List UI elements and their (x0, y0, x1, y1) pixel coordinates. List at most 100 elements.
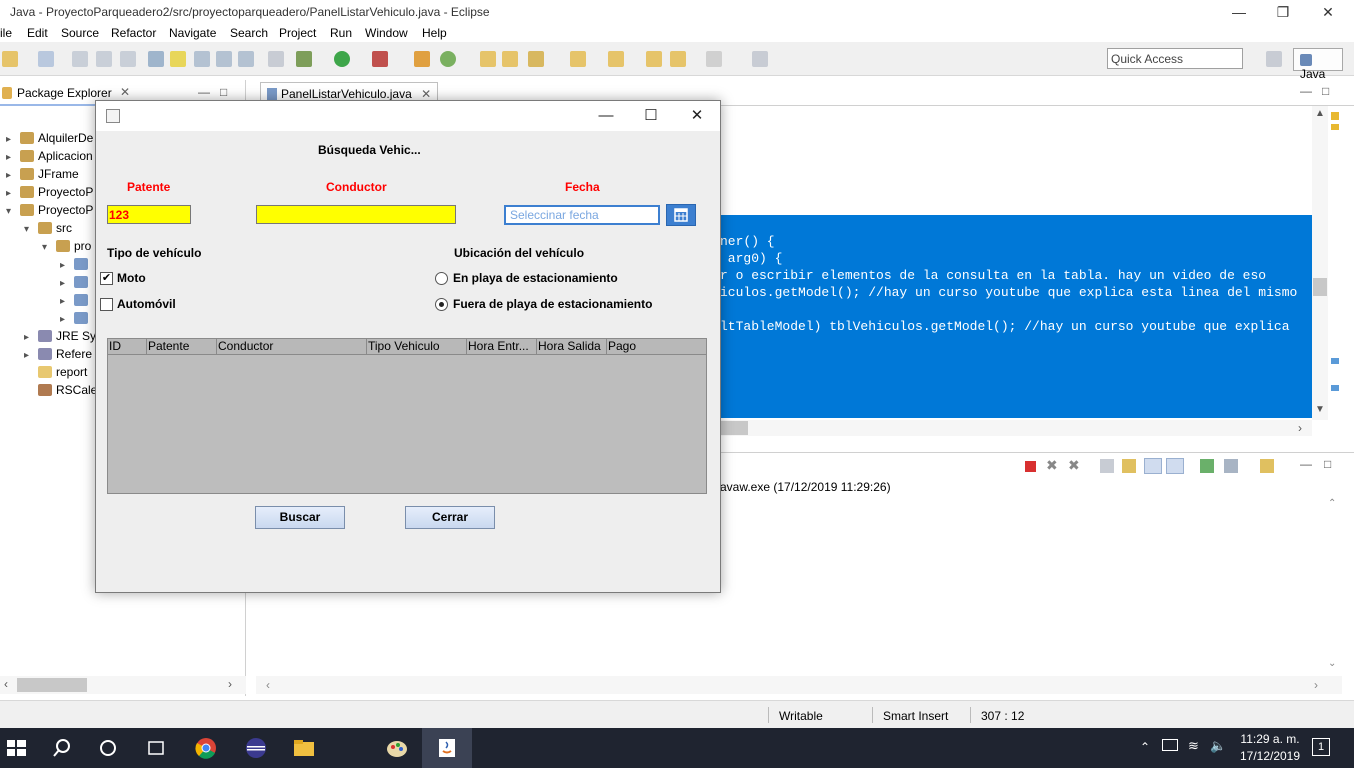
skip-breakpoints-icon[interactable] (268, 51, 284, 67)
run-icon[interactable] (334, 51, 350, 67)
tree-item[interactable]: ▸ Refere (24, 347, 92, 365)
expand-icon[interactable]: ▸ (24, 350, 34, 361)
tree-item[interactable]: ▾ src (24, 221, 72, 239)
minimize-view-icon[interactable]: — (1300, 457, 1312, 471)
console-vscroll[interactable]: ⌃ ⌄ (1326, 496, 1342, 674)
file-explorer-icon[interactable] (292, 736, 316, 760)
tree-item[interactable]: ▾ ProyectoP (6, 203, 93, 221)
open-perspective-icon[interactable] (1266, 51, 1282, 67)
forward-icon[interactable] (706, 51, 722, 67)
collapse-icon[interactable]: ▾ (6, 206, 16, 217)
search-icon[interactable] (50, 736, 74, 760)
dialog-maximize-icon[interactable]: ☐ (636, 106, 666, 126)
fecha-input[interactable]: Seleccinar fecha (504, 205, 660, 225)
column-header-tipo[interactable]: Tipo Vehiculo (367, 339, 467, 355)
open-folder-icon[interactable] (502, 51, 518, 67)
tree-item[interactable]: RSCale (38, 383, 97, 401)
expand-icon[interactable]: ▸ (60, 278, 70, 289)
maximize-view-icon[interactable]: □ (1324, 457, 1331, 471)
external-tools-icon[interactable] (372, 51, 388, 67)
expand-icon[interactable]: ▸ (6, 152, 16, 163)
buscar-button[interactable]: Buscar (255, 506, 345, 529)
close-icon[interactable]: ✕ (1313, 2, 1343, 22)
menu-run[interactable]: Run (330, 26, 352, 40)
menu-window[interactable]: Window (365, 26, 408, 40)
maximize-view-icon[interactable]: □ (220, 85, 227, 99)
dialog-close-icon[interactable]: ✕ (682, 106, 712, 126)
expand-icon[interactable]: ▸ (6, 188, 16, 199)
tree-item[interactable]: report (38, 365, 87, 383)
save-icon[interactable] (72, 51, 88, 67)
menu-help[interactable]: Help (422, 26, 447, 40)
scroll-down-icon[interactable]: ⌄ (1328, 658, 1336, 669)
pin-editor-icon[interactable] (752, 51, 768, 67)
column-header-pago[interactable]: Pago (607, 339, 706, 355)
notifications-icon[interactable]: 1 (1312, 738, 1330, 756)
previous-annotation-icon[interactable] (608, 51, 624, 67)
clear-console-icon[interactable] (1100, 459, 1114, 473)
scroll-down-icon[interactable]: ▼ (1315, 404, 1325, 415)
scroll-left-icon[interactable]: ‹ (4, 677, 8, 691)
java-perspective-button[interactable]: Java (1293, 48, 1343, 81)
expand-icon[interactable]: ▸ (24, 332, 34, 343)
scroll-thumb[interactable] (1313, 278, 1327, 296)
debug-icon[interactable] (296, 51, 312, 67)
tree-item[interactable]: ▸ JRE Sys (24, 329, 102, 347)
next-annotation-icon[interactable] (570, 51, 586, 67)
tree-item[interactable]: ▸ Aplicacion (6, 149, 93, 167)
collapse-icon[interactable]: ▾ (24, 224, 34, 235)
console-hscroll[interactable]: ‹ › (256, 676, 1342, 694)
column-header-hora-entrada[interactable]: Hora Entr... (467, 339, 537, 355)
search-tool-icon[interactable] (528, 51, 544, 67)
column-header-id[interactable]: ID (108, 339, 147, 355)
collapse-icon[interactable]: ▾ (42, 242, 52, 253)
java-app-taskbar-button[interactable] (422, 728, 472, 768)
terminate-icon[interactable] (1025, 461, 1036, 472)
tree-item[interactable]: ▸ JFrame (6, 167, 79, 185)
show-whitespace-icon[interactable] (238, 51, 254, 67)
new-class-wizard-icon[interactable] (440, 51, 456, 67)
maximize-icon[interactable]: ❐ (1268, 2, 1298, 22)
scroll-left-icon[interactable]: ‹ (266, 678, 270, 692)
open-type-icon[interactable] (148, 51, 164, 67)
taskbar-clock[interactable]: 11:29 a. m. 17/12/2019 (1234, 731, 1306, 765)
new-icon[interactable] (2, 51, 18, 67)
menu-search[interactable]: Search (230, 26, 268, 40)
en-playa-radio[interactable] (435, 272, 448, 285)
block-select-icon[interactable] (216, 51, 232, 67)
close-tab-icon[interactable]: ✕ (421, 87, 431, 101)
paint-icon[interactable] (385, 736, 409, 760)
automovil-checkbox[interactable] (100, 298, 113, 311)
back-icon[interactable] (670, 51, 686, 67)
new-package-icon[interactable] (38, 51, 54, 67)
remove-launch-icon[interactable]: ✖ (1046, 457, 1058, 474)
menu-navigate[interactable]: Navigate (169, 26, 216, 40)
menu-source[interactable]: Source (61, 26, 99, 40)
cerrar-button[interactable]: Cerrar (405, 506, 495, 529)
expand-icon[interactable]: ▸ (6, 134, 16, 145)
tree-item[interactable]: ▸ (60, 275, 92, 293)
network-icon[interactable] (1162, 739, 1178, 751)
close-tab-icon[interactable]: ✕ (120, 85, 130, 99)
open-console-icon[interactable] (1260, 459, 1274, 473)
new-class-icon[interactable] (414, 51, 430, 67)
menu-project[interactable]: Project (279, 26, 316, 40)
minimize-view-icon[interactable]: — (198, 85, 210, 99)
tree-item[interactable]: ▸ (60, 257, 92, 275)
save-all-icon[interactable] (96, 51, 112, 67)
scroll-right-icon[interactable]: › (1314, 678, 1318, 692)
chrome-icon[interactable] (194, 736, 218, 760)
remove-all-icon[interactable]: ✖ (1068, 457, 1080, 474)
tree-item[interactable]: ▸ ProyectoP (6, 185, 93, 203)
results-table[interactable]: ID Patente Conductor Tipo Vehiculo Hora … (107, 338, 707, 494)
occurrence-marker-icon[interactable] (1331, 358, 1339, 364)
scroll-up-icon[interactable]: ⌃ (1328, 498, 1336, 509)
column-header-conductor[interactable]: Conductor (217, 339, 367, 355)
show-on-error-icon[interactable] (1166, 458, 1184, 474)
column-header-hora-salida[interactable]: Hora Salida (537, 339, 607, 355)
scroll-thumb[interactable] (17, 678, 87, 692)
tree-item[interactable]: ▾ pro (42, 239, 91, 257)
warning-marker-icon[interactable] (1331, 112, 1339, 120)
windows-start-icon[interactable] (4, 736, 28, 760)
minimize-icon[interactable]: — (1224, 2, 1254, 22)
